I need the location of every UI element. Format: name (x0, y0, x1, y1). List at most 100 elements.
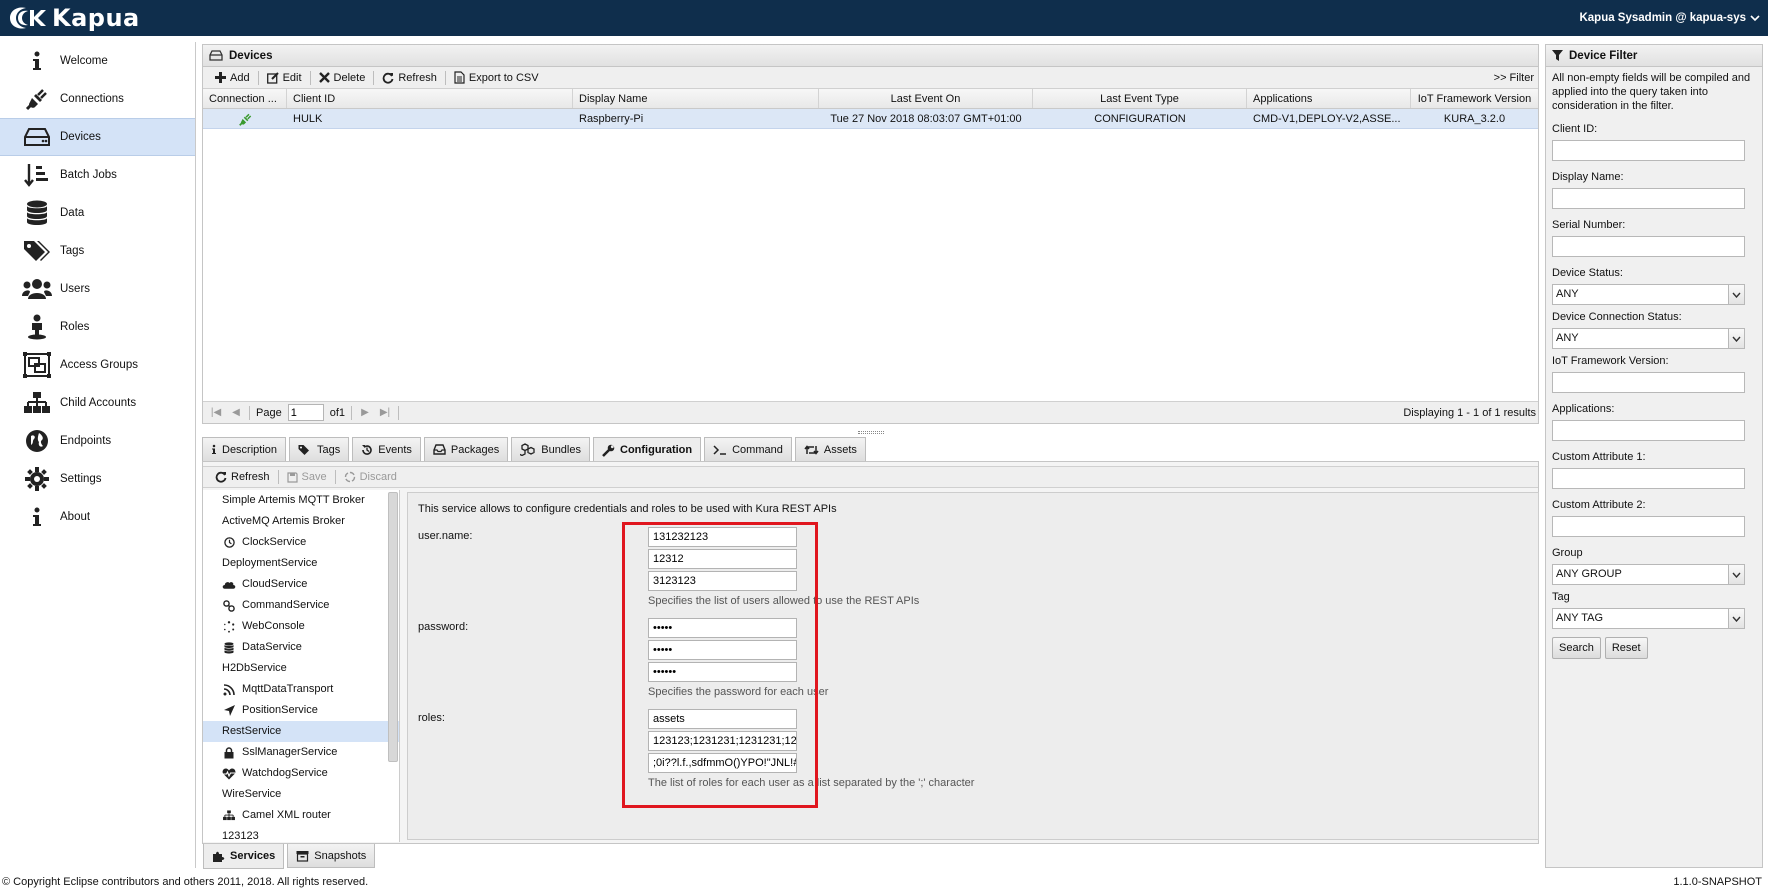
applications-input[interactable] (1552, 420, 1745, 441)
first-page-icon[interactable]: |◀ (209, 407, 223, 418)
tag-select[interactable]: ANY TAG (1552, 608, 1745, 629)
last-page-icon[interactable]: ▶| (378, 407, 392, 418)
splitter-grip[interactable] (858, 431, 884, 434)
service-item-mqttdatatransport[interactable]: MqttDataTransport (203, 679, 399, 700)
service-item-wireservice[interactable]: WireService (203, 784, 399, 805)
chevron-down-icon[interactable] (1728, 609, 1744, 628)
connected-plug-icon (238, 113, 251, 126)
nav-label: Child Accounts (60, 397, 137, 409)
config-refresh-button[interactable]: Refresh (209, 468, 276, 486)
tab-services[interactable]: Services (203, 844, 285, 869)
nav-item-data[interactable]: Data (0, 194, 195, 232)
delete-button[interactable]: Delete (313, 69, 372, 87)
toggle-filter-button[interactable]: >> Filter (1488, 69, 1538, 87)
nav-item-batch-jobs[interactable]: Batch Jobs (0, 156, 195, 194)
service-label: WatchdogService (242, 767, 328, 779)
column-connection[interactable]: Connection ... (203, 89, 287, 108)
service-item-deploymentservice[interactable]: DeploymentService (203, 553, 399, 574)
tab-events[interactable]: Events (352, 437, 421, 461)
service-item-webconsole[interactable]: WebConsole (203, 616, 399, 637)
service-item-commandservice[interactable]: CommandService (203, 595, 399, 616)
nav-item-welcome[interactable]: Welcome (0, 42, 195, 80)
tab-snapshots[interactable]: Snapshots (287, 844, 376, 868)
nav-item-about[interactable]: About (0, 498, 195, 536)
nav-item-roles[interactable]: Roles (0, 308, 195, 346)
service-item-watchdogservice[interactable]: WatchdogService (203, 763, 399, 784)
sitemap-icon (22, 390, 52, 416)
service-item-h2dbservice[interactable]: H2DbService (203, 658, 399, 679)
column-display-name[interactable]: Display Name (573, 89, 819, 108)
roles-field-3[interactable] (648, 753, 797, 773)
nav-item-devices[interactable]: Devices (0, 118, 195, 156)
service-item-camel-xml-router[interactable]: Camel XML router (203, 805, 399, 826)
username-field-2[interactable] (648, 549, 797, 569)
chevron-down-icon[interactable] (1728, 565, 1744, 584)
config-save-button[interactable]: Save (281, 468, 333, 486)
filter-icon (1552, 50, 1563, 61)
service-list-scrollbar[interactable] (388, 492, 398, 762)
table-row[interactable]: HULK Raspberry-Pi Tue 27 Nov 2018 08:03:… (203, 109, 1538, 129)
search-button[interactable]: Search (1552, 637, 1601, 659)
tab-description[interactable]: Description (202, 437, 287, 461)
username-field-1[interactable] (648, 527, 797, 547)
column-last-event-on[interactable]: Last Event On (819, 89, 1033, 108)
chevron-down-icon[interactable] (1728, 285, 1744, 304)
device-status-select[interactable]: ANY (1552, 284, 1745, 305)
service-item-cloudservice[interactable]: CloudService (203, 574, 399, 595)
kapua-logo[interactable]: Kapua (4, 4, 140, 32)
nav-item-child-accounts[interactable]: Child Accounts (0, 384, 195, 422)
service-item-restservice[interactable]: RestService (203, 721, 399, 742)
roles-field-1[interactable] (648, 709, 797, 729)
plus-icon (215, 72, 226, 83)
iot-version-input[interactable] (1552, 372, 1745, 393)
service-item-clockservice[interactable]: ClockService (203, 532, 399, 553)
client-id-input[interactable] (1552, 140, 1745, 161)
column-last-event-type[interactable]: Last Event Type (1033, 89, 1247, 108)
roles-field-2[interactable] (648, 731, 797, 751)
connection-status-select[interactable]: ANY (1552, 328, 1745, 349)
nav-item-tags[interactable]: Tags (0, 232, 195, 270)
prev-page-icon[interactable]: ◀ (229, 407, 243, 418)
service-item-positionservice[interactable]: PositionService (203, 700, 399, 721)
tab-packages[interactable]: Packages (423, 437, 509, 461)
password-field-1[interactable] (648, 618, 797, 638)
export-csv-button[interactable]: Export to CSV (448, 69, 545, 87)
history-icon (362, 444, 373, 455)
password-field-3[interactable] (648, 662, 797, 682)
nav-item-users[interactable]: Users (0, 270, 195, 308)
edit-button[interactable]: Edit (261, 69, 308, 87)
user-menu[interactable]: Kapua Sysadmin @ kapua-sys (1579, 12, 1760, 24)
tab-assets[interactable]: Assets (794, 437, 866, 461)
service-item-sslmanagerservice[interactable]: SslManagerService (203, 742, 399, 763)
custom-attribute-1-input[interactable] (1552, 468, 1745, 489)
nav-item-endpoints[interactable]: Endpoints (0, 422, 195, 460)
custom-attribute-2-input[interactable] (1552, 516, 1745, 537)
service-item-activemq-artemis-broker[interactable]: ActiveMQ Artemis Broker (203, 511, 399, 532)
nav-item-connections[interactable]: Connections (0, 80, 195, 118)
page-number-input[interactable] (287, 404, 324, 421)
group-select[interactable]: ANY GROUP (1552, 564, 1745, 585)
service-item-simple-artemis-mqtt-broker[interactable]: Simple Artemis MQTT Broker (203, 490, 399, 511)
tab-tags[interactable]: Tags (289, 437, 350, 461)
chevron-down-icon[interactable] (1728, 329, 1744, 348)
tab-configuration[interactable]: Configuration (593, 437, 702, 462)
refresh-button[interactable]: Refresh (376, 69, 443, 87)
tab-command[interactable]: Command (704, 437, 792, 461)
password-field-2[interactable] (648, 640, 797, 660)
add-button[interactable]: Add (209, 69, 256, 87)
service-item-dataservice[interactable]: DataService (203, 637, 399, 658)
column-iot-version[interactable]: IoT Framework Version (1411, 89, 1538, 108)
service-item-123123[interactable]: 123123 (203, 826, 399, 842)
column-client-id[interactable]: Client ID (287, 89, 573, 108)
serial-number-input[interactable] (1552, 236, 1745, 257)
next-page-icon[interactable]: ▶ (358, 407, 372, 418)
column-applications[interactable]: Applications (1247, 89, 1411, 108)
display-name-input[interactable] (1552, 188, 1745, 209)
nav-item-access-groups[interactable]: Access Groups (0, 346, 195, 384)
config-discard-button[interactable]: Discard (338, 468, 403, 486)
tab-bundles[interactable]: Bundles (511, 437, 590, 461)
reset-button[interactable]: Reset (1604, 637, 1648, 659)
nav-item-settings[interactable]: Settings (0, 460, 195, 498)
username-field-3[interactable] (648, 571, 797, 591)
edit-label: Edit (282, 71, 302, 84)
